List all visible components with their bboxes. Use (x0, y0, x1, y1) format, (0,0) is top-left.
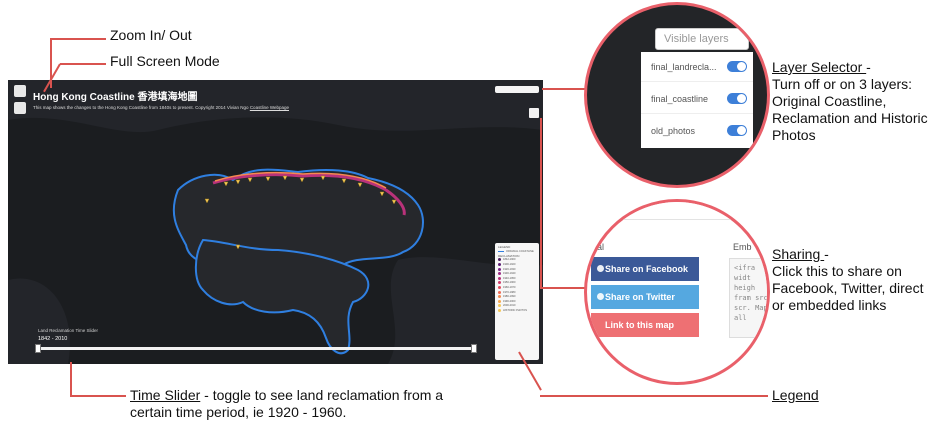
sharing-desc-3: or embedded links (772, 297, 887, 313)
time-callout-line-v (70, 362, 72, 396)
photo-marker-swatch (498, 308, 501, 312)
share-twitter-button[interactable]: Share on Twitter (591, 285, 699, 309)
legend-swatch (498, 276, 501, 280)
layer-desc-2: Original Coastline, (772, 93, 887, 109)
layer-selector-title: Layer Selector (772, 59, 867, 75)
zoom-control[interactable] (14, 85, 26, 97)
map-description: This map shows the changes to the Hong K… (33, 105, 289, 110)
visible-layers-input[interactable]: Visible layers (655, 28, 749, 50)
zoom-callout-line-h (50, 38, 106, 40)
legend-item-label: 1930-1940 (503, 272, 516, 276)
layer-name: final_coastline (651, 94, 709, 104)
legend-swatch (498, 258, 501, 262)
time-slider-label: Time Slider - toggle to see land reclama… (130, 387, 443, 404)
legend-swatch (498, 262, 501, 266)
coastline-swatch (498, 250, 504, 252)
legend-item-label: 1970-1980 (503, 290, 516, 294)
legend-swatch (498, 281, 501, 285)
layer-desc-3: Reclamation and Historic (772, 110, 928, 126)
share-dialog-header (587, 202, 767, 220)
share-button[interactable] (529, 108, 539, 118)
legend-item-label: 2000-2010 (503, 304, 516, 308)
legend-photos-row: HISTORIC PHOTOS (498, 308, 536, 313)
layer-selector-dash: - (866, 59, 871, 75)
legend-swatch (498, 267, 501, 271)
share-left-heading: al (597, 242, 605, 252)
layer-name: old_photos (651, 126, 696, 136)
legend-swatch (498, 285, 501, 289)
legend-callout-line-h (540, 395, 768, 397)
time-slider-range: 1842 - 2010 (38, 336, 68, 342)
legend-label: Legend (772, 387, 819, 403)
time-slider-desc-2: certain time period, ie 1920 - 1960. (130, 404, 347, 420)
annotated-screenshot: Hong Kong Coastline 香港填海地圖 This map show… (0, 0, 946, 422)
legend-photos-label: HISTORIC PHOTOS (503, 308, 527, 312)
facebook-icon (597, 265, 604, 272)
legend-item-label: 1920-1930 (503, 267, 516, 271)
map-description-text: This map shows the changes to the Hong K… (33, 105, 249, 110)
time-slider-start-handle[interactable] (35, 344, 41, 353)
layer-selector-label: Layer Selector - (772, 59, 871, 76)
coastline-webpage-link[interactable]: Coastline Webpage (250, 105, 289, 110)
link-to-map-button[interactable]: Link to this map (591, 313, 699, 337)
share-callout-line-h (540, 287, 586, 289)
time-slider-track[interactable] (38, 347, 474, 350)
layers-panel: final_landrecla... final_coastline old_p… (641, 52, 753, 148)
link-to-map-label: Link to this map (605, 320, 675, 330)
time-slider-title: Time Slider (130, 387, 201, 403)
map-title: Hong Kong Coastline 香港填海地圖 (33, 92, 198, 103)
coastline-map (8, 80, 543, 364)
sharing-title: Sharing (772, 246, 825, 262)
legend-item-label: 1900-1920 (503, 262, 516, 266)
legend-item-label: 1960-1970 (503, 285, 516, 289)
layer-row-photos[interactable]: old_photos (641, 116, 753, 146)
sharing-desc-2: Facebook, Twitter, direct (772, 280, 924, 296)
share-facebook-button[interactable]: Share on Facebook (591, 257, 699, 281)
layer-row-reclamation[interactable]: final_landrecla... (641, 52, 753, 82)
fullscreen-control[interactable] (14, 102, 26, 114)
layer-selector-zoom: · Visible layers final_landrecla... fina… (584, 2, 770, 188)
layer-callout-line (542, 88, 586, 90)
layer-desc-1: Turn off or on 3 layers: (772, 76, 913, 92)
layer-selector-button[interactable] (495, 86, 539, 93)
legend-coastline-label: ORIGINAL COASTLINE (506, 249, 534, 253)
time-callout-line-h (70, 395, 126, 397)
time-slider-desc-1: - toggle to see land reclamation from a (200, 387, 444, 403)
layer-toggle[interactable] (727, 93, 747, 104)
share-facebook-label: Share on Facebook (605, 264, 689, 274)
twitter-icon (597, 293, 604, 300)
map-screenshot: Hong Kong Coastline 香港填海地圖 This map show… (8, 80, 543, 364)
sharing-desc-1: Click this to share on (772, 263, 902, 279)
legend-item-label: 1842-1900 (503, 258, 516, 262)
legend-item-label: 1980-1990 (503, 295, 516, 299)
legend-items: 1842-1900 1900-1920 1920-1930 1930-1940 1940… (498, 258, 536, 309)
layer-toggle[interactable] (727, 61, 747, 72)
embed-heading: Emb (733, 242, 752, 252)
map-legend: LEGEND ORIGINAL COASTLINE RECLAMATION 18… (495, 243, 539, 360)
share-twitter-label: Share on Twitter (605, 292, 675, 302)
fullscreen-label: Full Screen Mode (110, 53, 220, 69)
sharing-dash: - (824, 246, 829, 262)
layer-row-coastline[interactable]: final_coastline (641, 84, 753, 114)
legend-swatch (498, 304, 501, 308)
sharing-zoom: al Emb Share on Facebook Share on Twitte… (584, 199, 770, 385)
legend-swatch (498, 295, 501, 299)
zoom-label: Zoom In/ Out (110, 27, 192, 43)
embed-code-box[interactable]: <ifra widt heigh fram src= scr. Map all (729, 258, 767, 338)
legend-swatch (498, 299, 501, 303)
layer-toggle[interactable] (727, 125, 747, 136)
legend-swatch (498, 290, 501, 294)
fullscreen-callout-line-h (60, 63, 106, 65)
sharing-label: Sharing - (772, 246, 829, 263)
legend-item-label: 1990-2000 (503, 299, 516, 303)
legend-swatch (498, 272, 501, 276)
time-slider-caption: Land Reclamation Time Slider (38, 328, 99, 333)
share-callout-line-v (540, 118, 542, 288)
legend-item-label: 1940-1950 (503, 276, 516, 280)
layer-desc-4: Photos (772, 127, 816, 143)
layer-name: final_landrecla... (651, 62, 717, 72)
legend-item-label: 1950-1960 (503, 281, 516, 285)
time-slider-end-handle[interactable] (471, 344, 477, 353)
